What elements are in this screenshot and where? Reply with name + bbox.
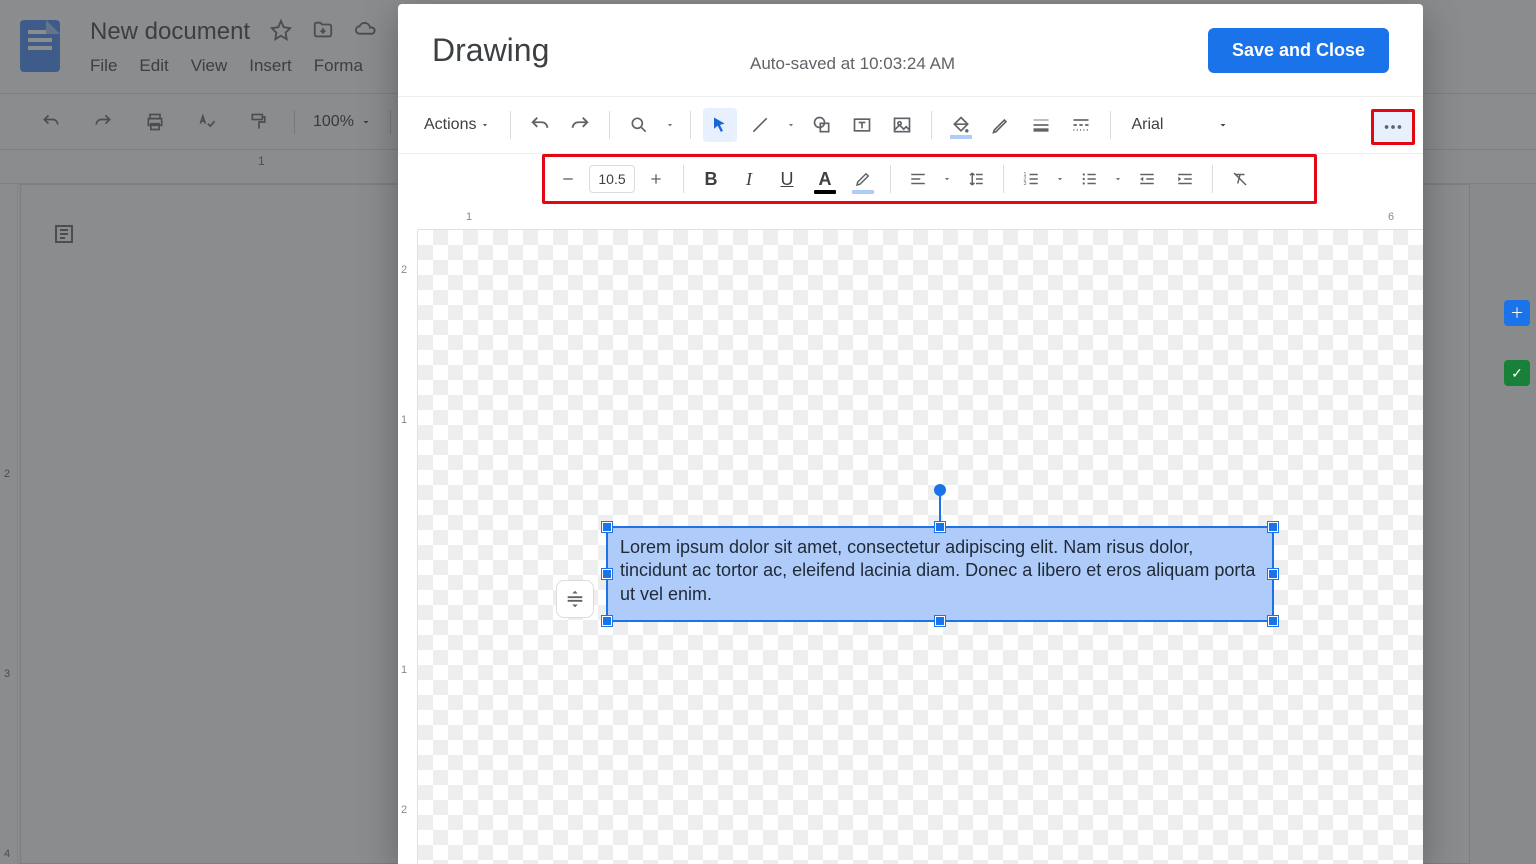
canvas-horizontal-ruler: 1 6	[418, 208, 1423, 230]
drawing-dialog: Drawing Auto-saved at 10:03:24 AM Save a…	[398, 4, 1423, 864]
rotate-line	[939, 492, 941, 522]
increase-indent-button[interactable]	[1168, 162, 1202, 196]
image-tool[interactable]	[885, 108, 919, 142]
rotate-handle[interactable]	[934, 484, 946, 496]
line-tool-dropdown[interactable]	[783, 120, 799, 130]
font-size-increase[interactable]	[639, 162, 673, 196]
decrease-indent-button[interactable]	[1130, 162, 1164, 196]
side-action-check-icon[interactable]: ✓	[1504, 360, 1530, 386]
resize-handle-s[interactable]	[935, 616, 945, 626]
font-size-decrease[interactable]	[551, 162, 585, 196]
autofit-handle[interactable]	[556, 580, 594, 618]
drawing-canvas[interactable]: Lorem ipsum dolor sit amet, consectetur …	[418, 230, 1423, 864]
textbox-tool[interactable]	[845, 108, 879, 142]
drawing-canvas-area: 1 6 2 1 1 2 Lorem ipsum dolor sit amet, …	[398, 208, 1423, 864]
resize-handle-n[interactable]	[935, 522, 945, 532]
underline-button[interactable]: U	[770, 162, 804, 196]
border-weight-button[interactable]	[1024, 108, 1058, 142]
redo-button[interactable]	[563, 108, 597, 142]
resize-handle-sw[interactable]	[602, 616, 612, 626]
line-spacing-button[interactable]	[959, 162, 993, 196]
resize-handle-w[interactable]	[602, 569, 612, 579]
border-dash-button[interactable]	[1064, 108, 1098, 142]
numbered-list-button[interactable]: 123	[1014, 162, 1048, 196]
resize-handle-nw[interactable]	[602, 522, 612, 532]
more-button-highlight	[1371, 109, 1415, 145]
svg-text:3: 3	[1024, 181, 1027, 187]
clear-formatting-button[interactable]	[1223, 162, 1257, 196]
drawing-toolbar-primary: Actions Arial	[398, 96, 1423, 154]
highlight-color-button[interactable]	[846, 162, 880, 196]
align-dropdown[interactable]	[939, 174, 955, 184]
selected-textbox[interactable]: Lorem ipsum dolor sit amet, consectetur …	[606, 526, 1274, 622]
border-color-button[interactable]	[984, 108, 1018, 142]
textbox-content[interactable]: Lorem ipsum dolor sit amet, consectetur …	[620, 537, 1255, 604]
numbered-list-dropdown[interactable]	[1052, 174, 1068, 184]
autosave-status: Auto-saved at 10:03:24 AM	[750, 54, 955, 74]
more-button[interactable]	[1376, 110, 1410, 144]
undo-button[interactable]	[523, 108, 557, 142]
resize-handle-e[interactable]	[1268, 569, 1278, 579]
actions-menu[interactable]: Actions	[416, 112, 498, 138]
resize-handle-ne[interactable]	[1268, 522, 1278, 532]
bulleted-list-button[interactable]	[1072, 162, 1106, 196]
canvas-vertical-ruler: 2 1 1 2	[398, 230, 418, 864]
resize-handle-se[interactable]	[1268, 616, 1278, 626]
text-color-button[interactable]: A	[808, 162, 842, 196]
align-button[interactable]	[901, 162, 935, 196]
side-action-plus-icon[interactable]: ＋	[1504, 300, 1530, 326]
line-tool[interactable]	[743, 108, 777, 142]
secondary-toolbar-highlight: 10.5 B I U A 123	[542, 154, 1317, 204]
shape-tool[interactable]	[805, 108, 839, 142]
select-tool[interactable]	[703, 108, 737, 142]
dialog-title: Drawing	[432, 32, 549, 69]
font-family-select[interactable]: Arial	[1123, 110, 1235, 140]
save-and-close-button[interactable]: Save and Close	[1208, 28, 1389, 73]
zoom-dropdown[interactable]	[662, 120, 678, 130]
bulleted-list-dropdown[interactable]	[1110, 174, 1126, 184]
fill-color-button[interactable]	[944, 108, 978, 142]
zoom-button[interactable]	[622, 108, 656, 142]
bold-button[interactable]: B	[694, 162, 728, 196]
italic-button[interactable]: I	[732, 162, 766, 196]
font-size-input[interactable]: 10.5	[589, 165, 635, 193]
